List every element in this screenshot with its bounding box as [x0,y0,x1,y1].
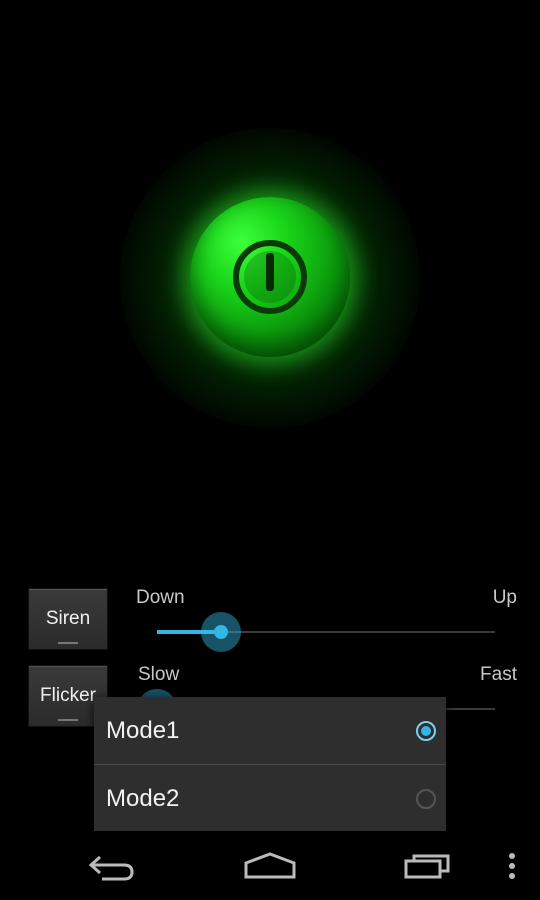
back-button[interactable] [80,842,144,890]
siren-button-label: Siren [45,608,91,629]
mode-popup-menu: Mode1 Mode2 [94,697,446,831]
menu-item-label: Mode1 [106,716,180,744]
button-indicator [58,719,78,721]
speed-min-label: Slow [138,664,180,685]
speed-max-label: Fast [480,664,517,685]
power-button[interactable] [190,197,350,357]
back-icon [88,855,134,881]
direction-min-label: Down [136,587,185,608]
direction-max-label: Up [492,587,517,608]
flicker-button-label: Flicker [40,685,96,706]
siren-button[interactable]: Siren [28,588,108,650]
overflow-menu-icon [509,853,515,879]
recents-button[interactable] [396,842,460,890]
button-indicator [58,642,78,644]
power-icon [233,240,307,314]
navigation-bar [0,832,540,900]
radio-button[interactable] [416,788,436,809]
overflow-menu-button[interactable] [500,842,524,890]
home-button[interactable] [238,842,302,890]
radio-button[interactable] [416,720,436,741]
menu-item-mode1[interactable]: Mode1 [94,697,446,764]
menu-item-mode2[interactable]: Mode2 [94,765,446,832]
home-icon [244,852,296,879]
menu-item-label: Mode2 [106,784,180,812]
recents-icon [404,854,450,879]
